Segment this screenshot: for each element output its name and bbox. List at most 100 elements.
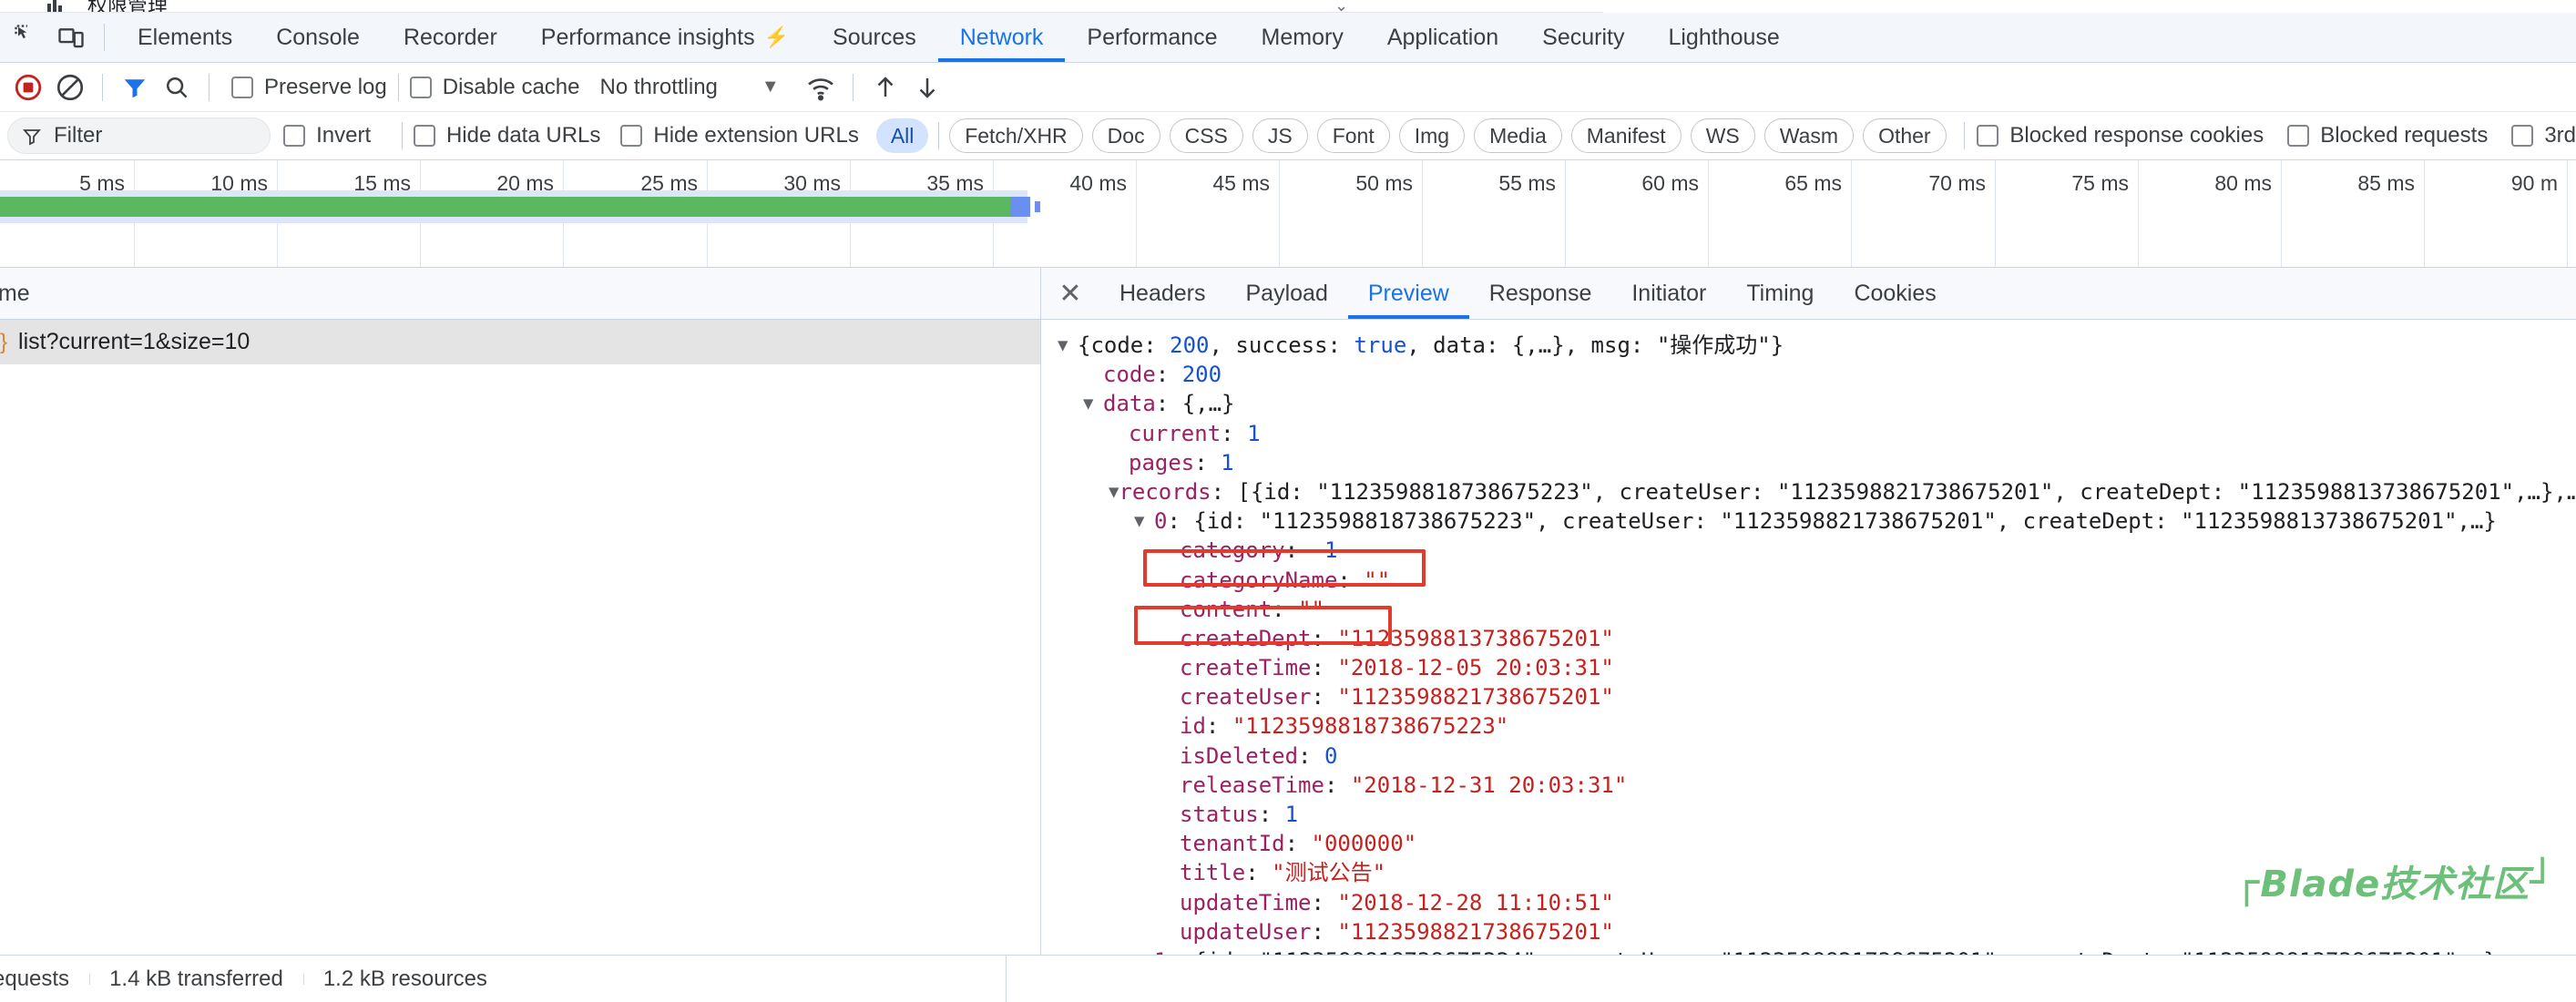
type-filter-media[interactable]: Media xyxy=(1474,118,1562,153)
json-line[interactable]: createTime: "2018-12-05 20:03:31" xyxy=(1058,653,2576,682)
toolbar-divider xyxy=(209,73,210,101)
blocked-requests-checkbox[interactable]: Blocked requests xyxy=(2287,123,2488,148)
tab-network[interactable]: Network xyxy=(938,13,1066,62)
filter-funnel-icon[interactable] xyxy=(114,66,156,108)
checkbox-box[interactable] xyxy=(1977,125,1999,147)
close-icon[interactable]: ✕ xyxy=(1041,268,1099,319)
preserve-log-checkbox[interactable]: Preserve log xyxy=(231,75,387,100)
type-filter-js[interactable]: JS xyxy=(1252,118,1308,153)
json-string: "2018-12-31 20:03:31" xyxy=(1350,772,1628,798)
json-line[interactable]: ▼ data: {,…} xyxy=(1058,389,2576,418)
import-har-icon[interactable] xyxy=(864,66,906,108)
json-line[interactable]: id: "1123598818738675223" xyxy=(1058,711,2576,741)
json-string: "1123598813738675201" xyxy=(1337,625,1614,651)
checkbox-box[interactable] xyxy=(620,125,643,147)
json-line[interactable]: ▶1: {id: "1123598818738675224", createUs… xyxy=(1058,946,2576,955)
tab-preview[interactable]: Preview xyxy=(1348,268,1469,319)
type-filter-fetch-xhr[interactable]: Fetch/XHR xyxy=(949,118,1083,153)
tab-timing[interactable]: Timing xyxy=(1726,268,1834,319)
device-toolbar-icon[interactable] xyxy=(49,15,93,59)
disable-cache-checkbox[interactable]: Disable cache xyxy=(409,75,579,100)
checkbox-box[interactable] xyxy=(409,76,432,98)
throttling-select[interactable]: No throttling xyxy=(599,75,717,100)
type-filter-wasm[interactable]: Wasm xyxy=(1763,118,1855,153)
export-har-icon[interactable] xyxy=(906,66,948,108)
network-conditions-icon[interactable] xyxy=(800,66,842,108)
json-line[interactable]: category: -1 xyxy=(1058,536,2576,565)
json-line[interactable]: content: "" xyxy=(1058,595,2576,624)
blocked-requests-label: Blocked requests xyxy=(2320,123,2489,148)
chevron-down-icon[interactable]: ▼ xyxy=(762,77,780,97)
overview-tick-label: 40 ms xyxy=(1069,171,1127,195)
checkbox-box[interactable] xyxy=(413,125,435,147)
checkbox-box[interactable] xyxy=(283,125,306,147)
json-line[interactable]: pages: 1 xyxy=(1058,448,2576,477)
collapse-triangle-icon[interactable]: ▼ xyxy=(1058,331,1078,360)
collapse-triangle-icon[interactable]: ▼ xyxy=(1109,477,1119,506)
checkbox-box[interactable] xyxy=(2287,125,2310,147)
tab-memory[interactable]: Memory xyxy=(1240,13,1365,62)
json-line[interactable]: releaseTime: "2018-12-31 20:03:31" xyxy=(1058,771,2576,800)
tab-initiator[interactable]: Initiator xyxy=(1611,268,1726,319)
tab-application[interactable]: Application xyxy=(1365,13,1520,62)
type-filter-doc[interactable]: Doc xyxy=(1091,118,1160,153)
status-transferred: 1.4 kB transferred xyxy=(89,966,303,992)
json-line[interactable]: categoryName: "" xyxy=(1058,566,2576,595)
tab-sources[interactable]: Sources xyxy=(811,13,938,62)
tab-elements[interactable]: Elements xyxy=(116,13,254,62)
type-filter-all[interactable]: All xyxy=(875,118,929,153)
hide-extension-urls-checkbox[interactable]: Hide extension URLs xyxy=(620,123,859,148)
json-punct: : xyxy=(1221,420,1248,446)
watermark-bracket-open: ┌ xyxy=(2234,857,2261,906)
checkbox-box[interactable] xyxy=(231,76,253,98)
collapse-triangle-icon[interactable]: ▼ xyxy=(1134,506,1154,536)
network-overview-timeline[interactable]: 5 ms 10 ms 15 ms 20 ms 25 ms 30 ms 35 ms 40 ms 4… xyxy=(0,160,2576,268)
clear-network-icon[interactable] xyxy=(49,66,91,108)
json-key: data xyxy=(1103,391,1156,417)
blocked-response-cookies-checkbox[interactable]: Blocked response cookies xyxy=(1977,123,2264,148)
expand-triangle-icon[interactable]: ▶ xyxy=(1134,946,1154,955)
json-line[interactable]: ▼ 0: {id: "1123598818738675223", createUs… xyxy=(1058,506,2576,536)
tab-console[interactable]: Console xyxy=(254,13,382,62)
tab-response[interactable]: Response xyxy=(1469,268,1612,319)
type-filter-css[interactable]: CSS xyxy=(1169,118,1243,153)
hide-data-urls-checkbox[interactable]: Hide data URLs xyxy=(413,123,600,148)
json-key: content xyxy=(1180,596,1273,622)
json-line[interactable]: ▼ records: [{id: "1123598818738675223", c… xyxy=(1058,477,2576,506)
json-line[interactable]: current: 1 xyxy=(1058,419,2576,448)
invert-checkbox[interactable]: Invert xyxy=(283,123,371,148)
json-line[interactable]: createDept: "1123598813738675201" xyxy=(1058,624,2576,653)
tab-recorder[interactable]: Recorder xyxy=(382,13,519,62)
tab-performance[interactable]: Performance xyxy=(1065,13,1239,62)
record-stop-icon[interactable] xyxy=(7,66,49,108)
type-filter-manifest[interactable]: Manifest xyxy=(1570,118,1682,153)
type-filter-font[interactable]: Font xyxy=(1316,118,1390,153)
json-punct: : xyxy=(1337,567,1365,593)
type-filter-other[interactable]: Other xyxy=(1863,118,1947,153)
json-punct: : xyxy=(1258,802,1285,827)
type-filter-ws[interactable]: WS xyxy=(1690,118,1755,153)
collapse-triangle-icon[interactable]: ▼ xyxy=(1083,389,1103,418)
filter-input[interactable]: Filter xyxy=(7,118,271,154)
tab-payload[interactable]: Payload xyxy=(1226,268,1348,319)
json-line[interactable]: isDeleted: 0 xyxy=(1058,741,2576,771)
tab-lighthouse[interactable]: Lighthouse xyxy=(1646,13,1801,62)
third-party-checkbox[interactable]: 3rd xyxy=(2511,123,2576,148)
json-line[interactable]: ▼ {code: 200, success: true, data: {,…}, … xyxy=(1058,331,2576,360)
tab-cookies[interactable]: Cookies xyxy=(1834,268,1956,319)
requests-table-header[interactable]: ame xyxy=(0,268,1040,320)
json-punct: : xyxy=(1155,362,1182,388)
table-row[interactable]: {} list?current=1&size=10 xyxy=(0,320,1040,364)
json-line[interactable]: updateUser: "1123598821738675201" xyxy=(1058,917,2576,946)
column-header-name: ame xyxy=(0,280,30,306)
tab-security[interactable]: Security xyxy=(1520,13,1646,62)
search-icon[interactable] xyxy=(156,66,198,108)
json-line[interactable]: code: 200 xyxy=(1058,360,2576,389)
type-filter-img[interactable]: Img xyxy=(1398,118,1466,153)
json-line[interactable]: status: 1 xyxy=(1058,800,2576,829)
tab-performance-insights[interactable]: Performance insights ⚡ xyxy=(519,13,811,62)
checkbox-box[interactable] xyxy=(2511,125,2534,147)
inspect-element-icon[interactable] xyxy=(5,15,49,59)
tab-headers[interactable]: Headers xyxy=(1099,268,1226,319)
json-line[interactable]: createUser: "1123598821738675201" xyxy=(1058,682,2576,711)
